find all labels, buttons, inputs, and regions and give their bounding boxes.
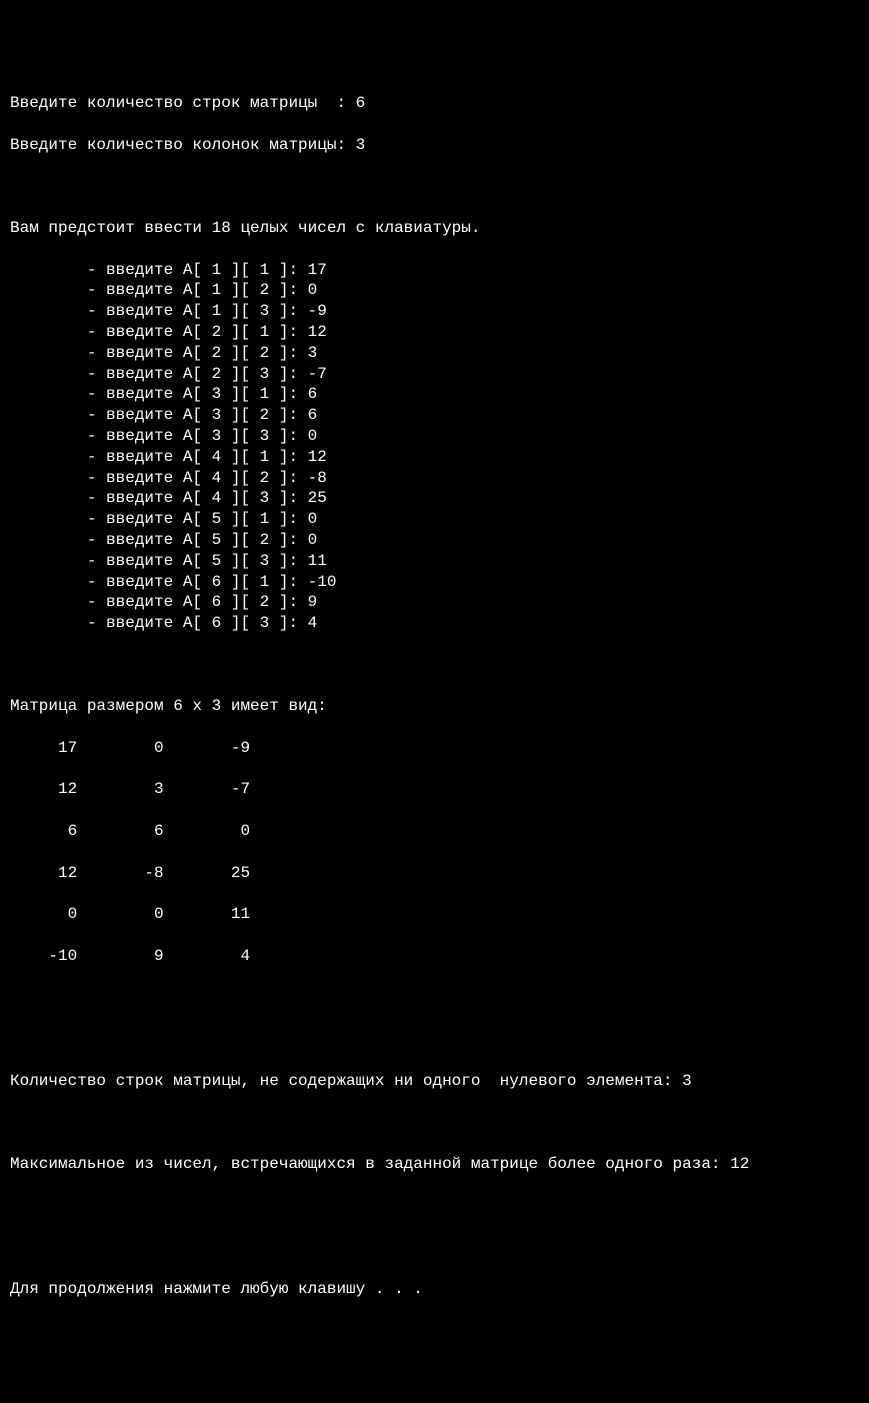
blank-line bbox=[10, 1195, 859, 1216]
input-prefix: - введите A[ 3 ][ 2 ]: bbox=[10, 406, 308, 424]
input-line: - введите A[ 6 ][ 1 ]: -10 bbox=[10, 572, 859, 593]
input-line: - введите A[ 3 ][ 1 ]: 6 bbox=[10, 384, 859, 405]
prompt-cols-label: Введите количество колонок матрицы: bbox=[10, 136, 356, 154]
input-prefix: - введите A[ 5 ][ 2 ]: bbox=[10, 531, 308, 549]
blank-line bbox=[10, 925, 859, 946]
input-prefix: - введите A[ 4 ][ 3 ]: bbox=[10, 489, 308, 507]
input-prefix: - введите A[ 2 ][ 2 ]: bbox=[10, 344, 308, 362]
input-prefix: - введите A[ 2 ][ 3 ]: bbox=[10, 365, 308, 383]
input-prefix: - введите A[ 3 ][ 3 ]: bbox=[10, 427, 308, 445]
input-value: 6 bbox=[308, 385, 318, 403]
input-value: 25 bbox=[308, 489, 327, 507]
input-line: - введите A[ 4 ][ 1 ]: 12 bbox=[10, 447, 859, 468]
input-line: - введите A[ 4 ][ 2 ]: -8 bbox=[10, 468, 859, 489]
input-value: 6 bbox=[308, 406, 318, 424]
input-value: -10 bbox=[308, 573, 337, 591]
matrix-row: 12 3 -7 bbox=[10, 779, 859, 800]
blank-line bbox=[10, 842, 859, 863]
input-line: - введите A[ 1 ][ 3 ]: -9 bbox=[10, 301, 859, 322]
input-value: 9 bbox=[308, 593, 318, 611]
input-prefix: - введите A[ 5 ][ 3 ]: bbox=[10, 552, 308, 570]
result-nonzero-rows: Количество строк матрицы, не содержащих … bbox=[10, 1071, 859, 1092]
input-line: - введите A[ 2 ][ 1 ]: 12 bbox=[10, 322, 859, 343]
result-max-value: 12 bbox=[730, 1155, 749, 1173]
input-line: - введите A[ 5 ][ 1 ]: 0 bbox=[10, 509, 859, 530]
blank-line bbox=[10, 987, 859, 1008]
blank-line bbox=[10, 883, 859, 904]
input-value: 3 bbox=[308, 344, 318, 362]
input-line: - введите A[ 6 ][ 2 ]: 9 bbox=[10, 592, 859, 613]
input-line: - введите A[ 5 ][ 3 ]: 11 bbox=[10, 551, 859, 572]
input-line: - введите A[ 2 ][ 3 ]: -7 bbox=[10, 364, 859, 385]
blank-line bbox=[10, 1112, 859, 1133]
matrix-row: 6 6 0 bbox=[10, 821, 859, 842]
intro-text: Вам предстоит ввести 18 целых чисел с кл… bbox=[10, 218, 859, 239]
input-line: - введите A[ 1 ][ 2 ]: 0 bbox=[10, 280, 859, 301]
blank-line bbox=[10, 176, 859, 197]
matrix-row: 17 0 -9 bbox=[10, 738, 859, 759]
input-value: -8 bbox=[308, 469, 327, 487]
matrix-row: 0 0 11 bbox=[10, 904, 859, 925]
matrix-row: -10 9 4 bbox=[10, 946, 859, 967]
result-nonzero-label: Количество строк матрицы, не содержащих … bbox=[10, 1072, 682, 1090]
input-prefix: - введите A[ 6 ][ 1 ]: bbox=[10, 573, 308, 591]
input-line: - введите A[ 2 ][ 2 ]: 3 bbox=[10, 343, 859, 364]
input-prefix: - введите A[ 4 ][ 1 ]: bbox=[10, 448, 308, 466]
input-line: - введите A[ 3 ][ 3 ]: 0 bbox=[10, 426, 859, 447]
prompt-rows-label: Введите количество строк матрицы : bbox=[10, 94, 356, 112]
blank-line bbox=[10, 1029, 859, 1050]
blank-line bbox=[10, 655, 859, 676]
input-prefix: - введите A[ 2 ][ 1 ]: bbox=[10, 323, 308, 341]
input-line: - введите A[ 6 ][ 3 ]: 4 bbox=[10, 613, 859, 634]
input-value: 0 bbox=[308, 427, 318, 445]
matrix-header: Матрица размером 6 x 3 имеет вид: bbox=[10, 696, 859, 717]
blank-line bbox=[10, 759, 859, 780]
input-prefix: - введите A[ 1 ][ 1 ]: bbox=[10, 261, 308, 279]
input-value: 17 bbox=[308, 261, 327, 279]
result-nonzero-value: 3 bbox=[682, 1072, 692, 1090]
prompt-cols-value: 3 bbox=[356, 136, 366, 154]
prompt-rows-value: 6 bbox=[356, 94, 366, 112]
input-prefix: - введите A[ 4 ][ 2 ]: bbox=[10, 469, 308, 487]
input-prefix: - введите A[ 1 ][ 3 ]: bbox=[10, 302, 308, 320]
input-value: -7 bbox=[308, 365, 327, 383]
blank-line bbox=[10, 800, 859, 821]
result-max-repeated: Максимальное из чисел, встречающихся в з… bbox=[10, 1154, 859, 1175]
input-prefix: - введите A[ 5 ][ 1 ]: bbox=[10, 510, 308, 528]
input-line: - введите A[ 4 ][ 3 ]: 25 bbox=[10, 488, 859, 509]
inputs-list: - введите A[ 1 ][ 1 ]: 17 - введите A[ 1… bbox=[10, 260, 859, 634]
input-value: 12 bbox=[308, 323, 327, 341]
input-line: - введите A[ 1 ][ 1 ]: 17 bbox=[10, 260, 859, 281]
input-value: -9 bbox=[308, 302, 327, 320]
input-value: 12 bbox=[308, 448, 327, 466]
input-prefix: - введите A[ 3 ][ 1 ]: bbox=[10, 385, 308, 403]
input-value: 0 bbox=[308, 510, 318, 528]
matrix-row: 12 -8 25 bbox=[10, 863, 859, 884]
input-value: 0 bbox=[308, 531, 318, 549]
input-prefix: - введите A[ 6 ][ 3 ]: bbox=[10, 614, 308, 632]
continue-prompt[interactable]: Для продолжения нажмите любую клавишу . … bbox=[10, 1279, 859, 1300]
input-prefix: - введите A[ 6 ][ 2 ]: bbox=[10, 593, 308, 611]
result-max-label: Максимальное из чисел, встречающихся в з… bbox=[10, 1155, 730, 1173]
input-value: 11 bbox=[308, 552, 327, 570]
prompt-rows: Введите количество строк матрицы : 6 bbox=[10, 93, 859, 114]
prompt-cols: Введите количество колонок матрицы: 3 bbox=[10, 135, 859, 156]
input-value: 4 bbox=[308, 614, 318, 632]
blank-line bbox=[10, 1237, 859, 1258]
matrix-display: 17 0 -9 12 3 -7 6 6 0 12 -8 25 0 0 11 -1… bbox=[10, 738, 859, 967]
input-prefix: - введите A[ 1 ][ 2 ]: bbox=[10, 281, 308, 299]
input-line: - введите A[ 3 ][ 2 ]: 6 bbox=[10, 405, 859, 426]
input-line: - введите A[ 5 ][ 2 ]: 0 bbox=[10, 530, 859, 551]
input-value: 0 bbox=[308, 281, 318, 299]
